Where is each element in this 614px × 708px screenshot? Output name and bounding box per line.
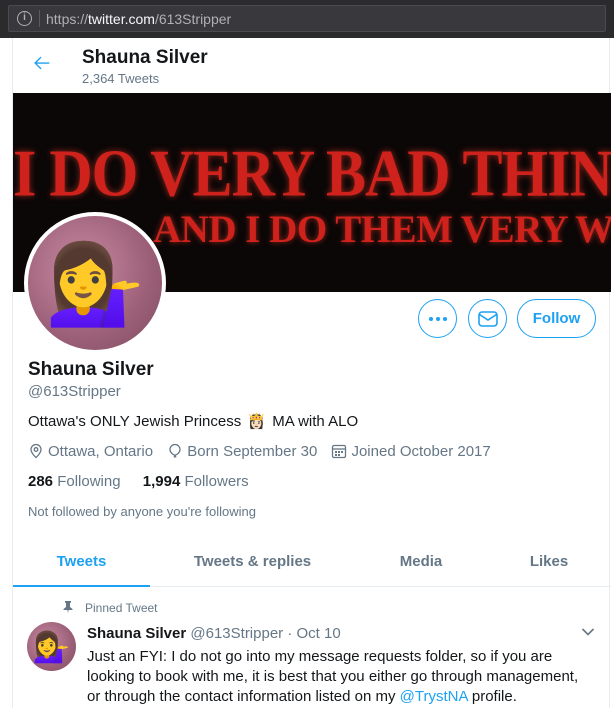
header-name: Shauna Silver: [82, 47, 208, 68]
followers-count: 1,994: [142, 473, 181, 490]
tweet-separator: ·: [287, 625, 293, 642]
tab-likes[interactable]: Likes: [487, 540, 611, 587]
joined-text: Joined October 2017: [351, 442, 491, 460]
birthday-text: Born September 30: [187, 442, 318, 460]
balloon-icon: [169, 443, 181, 458]
joined-item: Joined October 2017: [331, 442, 491, 460]
calendar-icon: [332, 444, 347, 458]
browser-address-bar: i https://twitter.com/613Stripper: [0, 0, 614, 38]
profile-avatar[interactable]: 💁‍♀️: [24, 212, 166, 354]
url-path: /613Stripper: [154, 11, 232, 27]
avatar-person-emoji: 💁‍♀️: [45, 239, 145, 328]
profile-column: Shauna Silver 2,364 Tweets I DO VERY BAD…: [12, 38, 611, 708]
back-arrow-icon[interactable]: [31, 52, 53, 74]
tweet-avatar-emoji: 💁‍♀️: [32, 631, 71, 664]
pinned-text: Pinned Tweet: [85, 601, 158, 615]
chevron-down-icon[interactable]: [581, 627, 595, 637]
bio-text-end: MA with ALO: [272, 413, 359, 430]
url-prefix: https://: [46, 11, 89, 27]
tweet-avatar[interactable]: 💁‍♀️: [27, 622, 76, 671]
location-item: Ottawa, Ontario: [28, 443, 153, 460]
birthday-item: Born September 30: [167, 443, 317, 460]
message-button[interactable]: [468, 299, 507, 338]
followers-link[interactable]: 1,994 Followers: [143, 473, 249, 490]
following-count: 286: [28, 473, 54, 490]
banner-text-line2: AND I DO THEM VERY WELL: [153, 208, 611, 251]
following-link[interactable]: 286 Following: [28, 473, 121, 490]
more-options-button[interactable]: [418, 299, 457, 338]
followers-label: Followers: [184, 473, 249, 490]
tab-tweets[interactable]: Tweets: [13, 540, 150, 587]
url-field[interactable]: i https://twitter.com/613Stripper: [8, 5, 606, 32]
url-domain: twitter.com: [88, 11, 155, 27]
pinned-tweet-label: Pinned Tweet: [63, 601, 158, 615]
follow-counts: 286 Following 1,994 Followers: [28, 473, 267, 490]
banner-text-line1: I DO VERY BAD THINGS: [13, 135, 611, 210]
following-label: Following: [57, 473, 121, 490]
bio-text-start: Ottawa's ONLY Jewish Princess: [28, 413, 242, 430]
tweet-author-handle[interactable]: @613Stripper: [190, 625, 283, 642]
profile-meta: Ottawa, Ontario Born September 30 Joined…: [28, 442, 501, 460]
profile-header-bar: Shauna Silver 2,364 Tweets: [13, 38, 611, 93]
profile-name: Shauna Silver: [28, 359, 154, 380]
follow-button[interactable]: Follow: [517, 299, 596, 338]
info-icon[interactable]: i: [17, 11, 32, 26]
location-pin-icon: [30, 443, 42, 458]
not-followed-notice: Not followed by anyone you're following: [28, 504, 256, 519]
tweet-text-end: profile.: [467, 688, 517, 705]
profile-handle: @613Stripper: [28, 383, 121, 400]
profile-tabs: Tweets Tweets & replies Media Likes: [13, 540, 611, 587]
tweet-author-name[interactable]: Shauna Silver: [87, 625, 186, 642]
pin-icon: [63, 601, 73, 613]
location-text: Ottawa, Ontario: [48, 442, 154, 460]
profile-bio: Ottawa's ONLY Jewish Princess 👸🏻 MA with…: [28, 412, 358, 430]
tweet-header: Shauna Silver @613Stripper · Oct 10: [87, 625, 341, 642]
url-text[interactable]: https://twitter.com/613Stripper: [46, 10, 231, 28]
tweet-date[interactable]: Oct 10: [297, 625, 341, 642]
envelope-icon: [478, 311, 498, 327]
tab-tweets-and-replies[interactable]: Tweets & replies: [150, 540, 355, 587]
header-tweet-count: 2,364 Tweets: [82, 71, 160, 86]
tab-media[interactable]: Media: [355, 540, 487, 587]
tweet-text: Just an FYI: I do not go into my message…: [87, 647, 592, 707]
tweet-mention-link[interactable]: @TrystNA: [400, 688, 468, 705]
url-separator: [39, 10, 40, 27]
princess-emoji: 👸🏻: [247, 413, 267, 430]
more-dots-icon: [429, 317, 447, 321]
